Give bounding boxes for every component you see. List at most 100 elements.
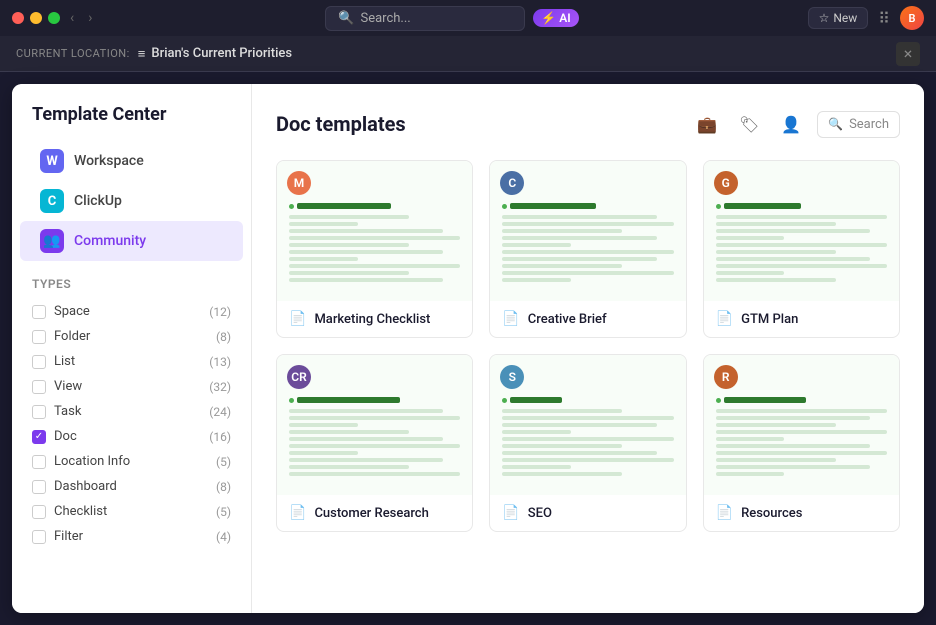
type-checklist-label: Checklist	[54, 504, 107, 519]
type-list-checkbox[interactable]	[32, 355, 46, 369]
briefcase-icon[interactable]: 💼	[691, 108, 723, 140]
new-button[interactable]: ☆ New	[808, 7, 869, 29]
template-card-seo[interactable]: S	[489, 354, 686, 532]
type-doc-count: (16)	[209, 430, 231, 444]
type-filter-checkbox[interactable]	[32, 530, 46, 544]
type-space[interactable]: Space (12)	[12, 299, 251, 324]
preview-content	[716, 203, 887, 282]
top-bar: ‹ › 🔍 Search... ⚡ AI ☆ New ⠿ B	[0, 0, 936, 36]
star-icon: ☆	[819, 11, 830, 25]
template-name: Marketing Checklist	[314, 312, 430, 327]
ai-badge[interactable]: ⚡ AI	[533, 9, 578, 27]
type-doc-checkbox[interactable]: ✓	[32, 430, 46, 444]
sidebar-item-workspace[interactable]: W Workspace	[20, 141, 243, 181]
type-view[interactable]: View (32)	[12, 374, 251, 399]
sidebar-title: Template Center	[12, 104, 251, 141]
doc-icon: 📄	[502, 505, 519, 521]
type-task[interactable]: Task (24)	[12, 399, 251, 424]
template-info: 📄 Resources	[704, 495, 899, 531]
sidebar-item-label-workspace: Workspace	[74, 153, 144, 169]
apps-grid-icon[interactable]: ⠿	[878, 9, 890, 28]
template-avatar: M	[287, 171, 311, 195]
template-preview-creative-brief: C	[490, 161, 685, 301]
type-dashboard-checkbox[interactable]	[32, 480, 46, 494]
close-window-button[interactable]	[12, 12, 24, 24]
template-grid: M	[276, 160, 900, 532]
template-name: GTM Plan	[741, 312, 798, 327]
type-folder[interactable]: Folder (8)	[12, 324, 251, 349]
preview-content	[502, 397, 673, 476]
template-card-creative-brief[interactable]: C	[489, 160, 686, 338]
main-content: Doc templates 💼 🏷 👤 🔍 Search M	[252, 84, 924, 613]
type-space-label: Space	[54, 304, 90, 319]
global-search-bar[interactable]: 🔍 Search...	[325, 6, 525, 31]
template-preview-gtm-plan: G	[704, 161, 899, 301]
type-location-info[interactable]: Location Info (5)	[12, 449, 251, 474]
template-search-box[interactable]: 🔍 Search	[817, 111, 900, 138]
type-view-checkbox[interactable]	[32, 380, 46, 394]
template-name: Creative Brief	[528, 312, 607, 327]
ai-icon: ⚡	[541, 11, 556, 25]
type-doc[interactable]: ✓ Doc (16)	[12, 424, 251, 449]
type-checklist[interactable]: Checklist (5)	[12, 499, 251, 524]
sidebar: Template Center W Workspace C ClickUp 👥 …	[12, 84, 252, 613]
type-space-count: (12)	[209, 305, 231, 319]
type-view-count: (32)	[209, 380, 231, 394]
type-filter-label: Filter	[54, 529, 83, 544]
type-task-label: Task	[54, 404, 81, 419]
template-card-customer-research[interactable]: CR	[276, 354, 473, 532]
template-card-gtm-plan[interactable]: G	[703, 160, 900, 338]
type-location-info-checkbox[interactable]	[32, 455, 46, 469]
template-card-marketing-checklist[interactable]: M	[276, 160, 473, 338]
type-task-checkbox[interactable]	[32, 405, 46, 419]
location-bar-close-button[interactable]: ×	[896, 42, 920, 66]
list-icon: ≡	[138, 46, 146, 62]
preview-content	[289, 397, 460, 476]
location-left: CURRENT LOCATION: ≡ Brian's Current Prio…	[16, 46, 292, 62]
template-avatar: C	[500, 171, 524, 195]
type-view-label: View	[54, 379, 82, 394]
user-avatar[interactable]: B	[900, 6, 924, 30]
type-doc-label: Doc	[54, 429, 77, 444]
content-title: Doc templates	[276, 112, 406, 136]
template-preview-resources: R	[704, 355, 899, 495]
template-name: SEO	[528, 506, 552, 521]
type-folder-checkbox[interactable]	[32, 330, 46, 344]
template-avatar: R	[714, 365, 738, 389]
template-avatar: S	[500, 365, 524, 389]
sidebar-item-clickup[interactable]: C ClickUp	[20, 181, 243, 221]
community-icon: 👥	[40, 229, 64, 253]
doc-icon: 📄	[289, 505, 306, 521]
doc-icon: 📄	[716, 505, 733, 521]
search-text: Search	[849, 117, 889, 132]
template-card-resources[interactable]: R	[703, 354, 900, 532]
top-bar-center: 🔍 Search... ⚡ AI	[325, 6, 578, 31]
type-folder-label: Folder	[54, 329, 90, 344]
doc-icon: 📄	[716, 311, 733, 327]
type-list[interactable]: List (13)	[12, 349, 251, 374]
clickup-icon: C	[40, 189, 64, 213]
type-filter[interactable]: Filter (4)	[12, 524, 251, 549]
window-controls: ‹ ›	[12, 8, 96, 28]
template-info: 📄 Marketing Checklist	[277, 301, 472, 337]
type-location-info-count: (5)	[216, 455, 231, 469]
doc-icon: 📄	[289, 311, 306, 327]
maximize-window-button[interactable]	[48, 12, 60, 24]
forward-arrow-icon[interactable]: ›	[84, 8, 96, 28]
type-space-checkbox[interactable]	[32, 305, 46, 319]
tag-icon[interactable]: 🏷	[733, 108, 765, 140]
type-dashboard[interactable]: Dashboard (8)	[12, 474, 251, 499]
template-info: 📄 Customer Research	[277, 495, 472, 531]
type-list-count: (13)	[209, 355, 231, 369]
sidebar-item-label-community: Community	[74, 233, 146, 249]
search-placeholder-text: Search...	[360, 11, 410, 26]
person-icon[interactable]: 👤	[775, 108, 807, 140]
type-filter-count: (4)	[216, 530, 231, 544]
sidebar-item-community[interactable]: 👥 Community	[20, 221, 243, 261]
template-preview-customer-research: CR	[277, 355, 472, 495]
type-checklist-count: (5)	[216, 505, 231, 519]
preview-content	[502, 203, 673, 282]
back-arrow-icon[interactable]: ‹	[66, 8, 78, 28]
type-checklist-checkbox[interactable]	[32, 505, 46, 519]
minimize-window-button[interactable]	[30, 12, 42, 24]
